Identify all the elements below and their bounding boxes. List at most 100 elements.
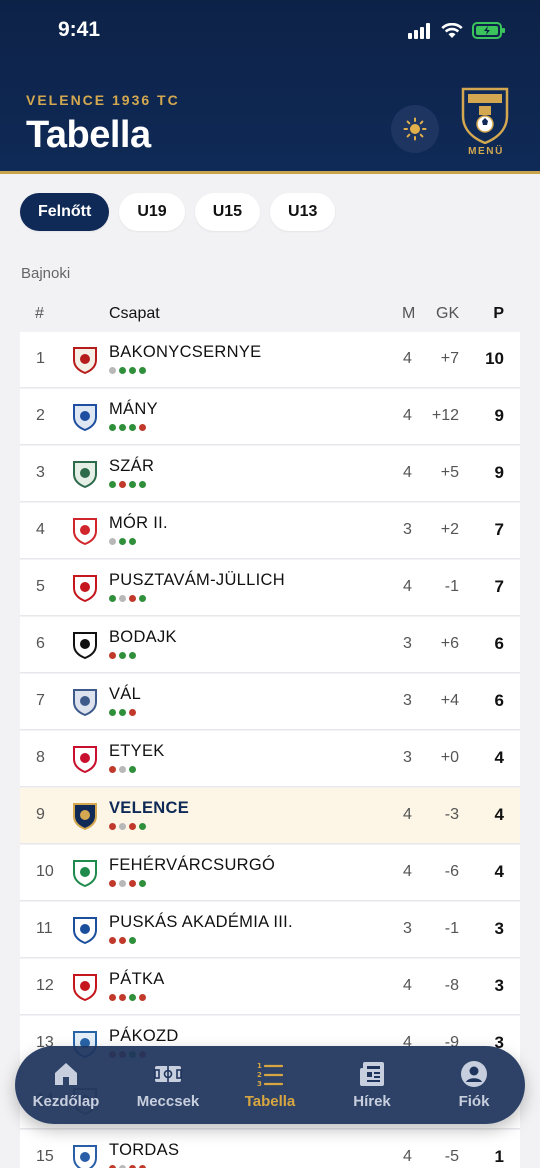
form-dot [109, 652, 116, 659]
news-icon [360, 1062, 384, 1086]
team-name: VELENCE [109, 799, 190, 817]
team-logo-icon [73, 860, 97, 888]
team-logo-icon [73, 689, 97, 717]
team-name: VÁL [109, 685, 142, 703]
tab-felnott[interactable]: Felnőtt [20, 193, 110, 231]
nav-matches[interactable]: Meccsek [118, 1060, 218, 1110]
club-name: VELENCE 1936 TC [26, 92, 180, 108]
recent-form [109, 424, 146, 431]
team-name: ETYEK [109, 742, 165, 760]
tab-u19[interactable]: U19 [119, 193, 185, 231]
goal-difference: +2 [440, 521, 459, 538]
menu-label: MENÜ [468, 146, 504, 157]
header-p: P [493, 305, 504, 322]
bottom-nav: Kezdőlap Meccsek 123 Tabella Hírek Fiók [15, 1046, 525, 1124]
recent-form [109, 595, 146, 602]
row-position: 1 [36, 350, 45, 367]
form-dot [129, 652, 136, 659]
points: 7 [494, 520, 504, 539]
form-dot [129, 937, 136, 944]
points: 6 [494, 634, 504, 653]
form-dot [119, 880, 126, 887]
team-name: PUSZTAVÁM-JÜLLICH [109, 571, 285, 589]
form-dot [129, 994, 136, 1001]
form-dot [109, 538, 116, 545]
goal-difference: -1 [444, 920, 459, 937]
nav-home[interactable]: Kezdőlap [16, 1060, 116, 1110]
form-dot [109, 367, 116, 374]
form-dot [129, 880, 136, 887]
form-dot [129, 823, 136, 830]
form-dot [109, 823, 116, 830]
page-title: Tabella [26, 114, 151, 156]
row-position: 4 [36, 521, 45, 538]
wifi-icon [441, 22, 463, 38]
form-dot [109, 994, 116, 1001]
form-dot [119, 937, 126, 944]
team-logo-icon [73, 461, 97, 489]
table-row[interactable]: 6 BODAJK 3 +6 6 [20, 617, 520, 673]
nav-account[interactable]: Fiók [424, 1060, 524, 1110]
team-name: PÁKOZD [109, 1027, 179, 1045]
form-dot [119, 766, 126, 773]
team-logo-icon [73, 746, 97, 774]
table-row[interactable]: 5 PUSZTAVÁM-JÜLLICH 4 -1 7 [20, 560, 520, 616]
form-dot [129, 766, 136, 773]
form-dot [119, 709, 126, 716]
tab-u13[interactable]: U13 [270, 193, 336, 231]
form-dot [139, 994, 146, 1001]
nav-matches-label: Meccsek [136, 1093, 200, 1110]
goal-difference: +12 [431, 407, 459, 424]
form-dot [129, 424, 136, 431]
form-dot [109, 709, 116, 716]
team-logo-icon [73, 917, 97, 945]
row-position: 2 [36, 407, 45, 424]
team-name: MÓR II. [109, 514, 168, 532]
team-name: SZÁR [109, 457, 155, 475]
header-pos: # [35, 305, 44, 322]
header-gk: GK [436, 305, 460, 322]
standings-icon: 123 [257, 1062, 284, 1088]
row-position: 7 [36, 692, 45, 709]
theme-toggle-button[interactable] [391, 105, 439, 153]
points: 10 [485, 349, 504, 368]
table-row[interactable]: 9 VELENCE 4 -3 4 [20, 788, 520, 844]
points: 9 [494, 463, 504, 482]
goal-difference: +5 [440, 464, 459, 481]
row-position: 8 [36, 749, 45, 766]
form-dot [119, 595, 126, 602]
form-dot [109, 424, 116, 431]
goal-difference: +0 [440, 749, 459, 766]
goal-difference: -8 [444, 977, 459, 994]
table-row[interactable]: 4 MÓR II. 3 +2 7 [20, 503, 520, 559]
team-logo-icon [73, 803, 97, 831]
table-row[interactable]: 7 VÁL 3 +4 6 [20, 674, 520, 730]
table-row[interactable]: 1 BAKONYCSERNYE 4 +7 10 [20, 332, 520, 388]
form-dot [119, 367, 126, 374]
form-dot [119, 424, 126, 431]
team-logo-icon [73, 632, 97, 660]
team-logo-icon [73, 404, 97, 432]
svg-text:3: 3 [257, 1080, 262, 1088]
table-row[interactable]: 12 PÁTKA 4 -8 3 [20, 959, 520, 1015]
nav-news[interactable]: Hírek [322, 1060, 422, 1110]
table-row[interactable]: 15 TORDAS 4 -5 1 [20, 1130, 520, 1168]
form-dot [139, 424, 146, 431]
form-dot [109, 937, 116, 944]
row-position: 6 [36, 635, 45, 652]
row-position: 11 [36, 920, 53, 937]
table-row[interactable]: 3 SZÁR 4 +5 9 [20, 446, 520, 502]
recent-form [109, 367, 146, 374]
table-row[interactable]: 10 FEHÉRVÁRCSURGÓ 4 -6 4 [20, 845, 520, 901]
tab-u15[interactable]: U15 [194, 193, 261, 231]
nav-standings[interactable]: 123 Tabella [220, 1060, 320, 1110]
battery-icon [472, 22, 505, 39]
table-body: 1 BAKONYCSERNYE 4 +7 10 2 MÁNY 4 +12 9 3 SZÁR 4 +5 9 4 M… [20, 332, 520, 1168]
points: 3 [494, 919, 504, 938]
table-row[interactable]: 2 MÁNY 4 +12 9 [20, 389, 520, 445]
team-name: BAKONYCSERNYE [109, 343, 262, 361]
table-row[interactable]: 8 ETYEK 3 +0 4 [20, 731, 520, 787]
row-position: 5 [36, 578, 45, 595]
team-name: FEHÉRVÁRCSURGÓ [109, 856, 276, 874]
table-row[interactable]: 11 PUSKÁS AKADÉMIA III. 3 -1 3 [20, 902, 520, 958]
